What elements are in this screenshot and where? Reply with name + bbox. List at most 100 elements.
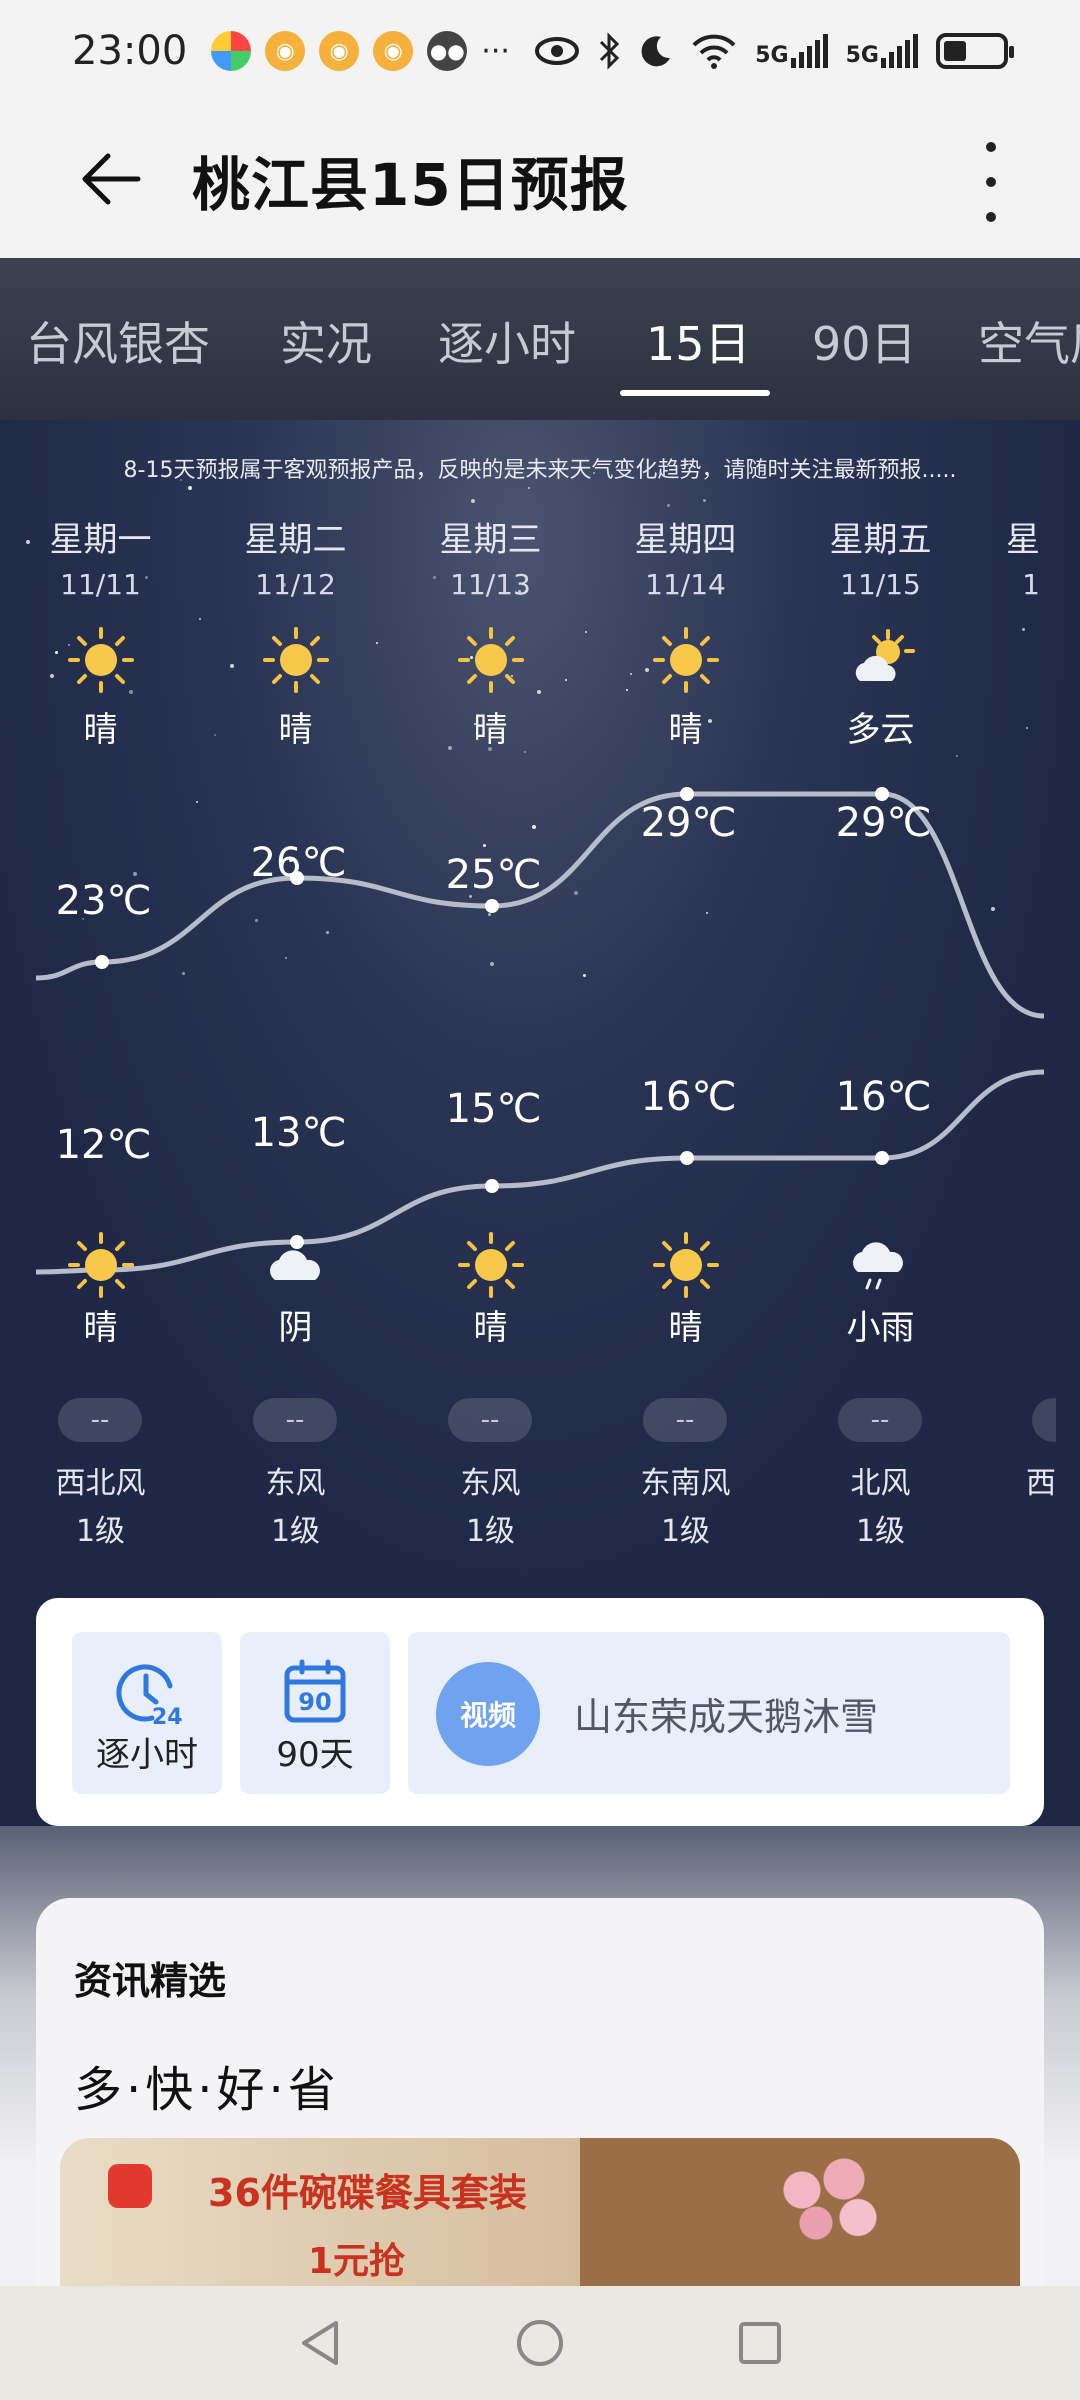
date-label: 11/14 <box>645 568 726 601</box>
clock-24-icon-label: 24 <box>152 1705 182 1728</box>
tab-90day[interactable]: 90日 <box>812 308 917 374</box>
light-rain-icon <box>783 1225 978 1305</box>
high-temp-label: 29℃ <box>835 800 932 846</box>
wind-direction: 北风 <box>850 1466 911 1501</box>
high-temp-label: 26℃ <box>250 840 347 886</box>
partly-cloudy-icon <box>783 620 978 700</box>
night-condition: 晴 <box>473 1308 508 1348</box>
tab-air-quality[interactable]: 空气质 <box>978 308 1080 374</box>
signal-1-icon: 5G <box>755 34 828 68</box>
sun-icon <box>393 620 588 700</box>
video-badge-label: 视频 <box>459 1699 516 1732</box>
sun-icon <box>3 1225 198 1305</box>
low-temp-label: 15℃ <box>445 1086 542 1132</box>
network-type-label: 5G <box>755 43 789 68</box>
night-condition: 晴 <box>668 1308 703 1348</box>
news-subtitle: 多·快·好·省 <box>74 2062 340 2118</box>
high-temp-point <box>875 787 889 801</box>
forecast-panel: 8-15天预报属于客观预报产品，反映的是未来天气变化趋势，请随时关注最新预报..… <box>0 420 1080 1600</box>
low-temp-point <box>875 1151 889 1165</box>
wind-direction: 西 <box>1026 1466 1056 1501</box>
weekday-label: 星期三 <box>439 520 542 560</box>
wifi-icon <box>692 34 736 69</box>
home-nav-icon[interactable] <box>510 2313 570 2373</box>
back-arrow-icon[interactable] <box>76 144 146 214</box>
wind-direction: 西北风 <box>55 1466 146 1501</box>
calendar-90-icon-label: 90 <box>298 1688 331 1716</box>
wind-level: 1级 <box>270 1514 321 1549</box>
clock-24-icon: 24 <box>116 1664 183 1730</box>
wind-direction: 东南风 <box>640 1466 731 1501</box>
date-label: 1 <box>1022 568 1040 601</box>
low-temp-label: 16℃ <box>835 1074 932 1120</box>
app-notification-icon <box>211 31 252 71</box>
active-tab-indicator <box>620 390 770 396</box>
status-bar: 23:00 ◉ ◉ ◉ ●● ··· 5G 5G <box>0 0 1080 102</box>
sun-icon <box>3 620 198 700</box>
quick-access-card: 24 逐小时 90 90天 视频 山东荣成天鹅沐雪 <box>36 1598 1044 1826</box>
day-condition: 晴 <box>83 710 118 750</box>
weibo-icon: ◉ <box>265 31 306 71</box>
more-options-icon[interactable] <box>976 142 1006 222</box>
recents-nav-icon[interactable] <box>730 2313 790 2373</box>
night-condition: 阴 <box>278 1308 313 1348</box>
day-condition: 多云 <box>846 710 915 750</box>
video-badge-icon: 视频 <box>436 1662 540 1766</box>
weather-15day-page: 23:00 ◉ ◉ ◉ ●● ··· 5G 5G 桃江县15日预报 台风银杏 实… <box>0 0 1080 2400</box>
wind-level: 1级 <box>855 1514 906 1549</box>
aqi-badge: -- <box>58 1398 142 1442</box>
day-condition: 晴 <box>278 710 313 750</box>
low-temp-label: 12℃ <box>55 1122 152 1168</box>
tab-current[interactable]: 实况 <box>280 308 372 374</box>
wind-direction: 东风 <box>265 1466 326 1501</box>
90day-button[interactable]: 90 90天 <box>240 1632 390 1794</box>
90day-button-label: 90天 <box>276 1735 354 1775</box>
aqi-badge: -- <box>643 1398 727 1442</box>
network-type-label: 5G <box>845 43 879 68</box>
high-temp-point <box>485 899 499 913</box>
weekday-label: 星期四 <box>634 520 737 560</box>
bluetooth-icon <box>600 32 620 70</box>
high-temp-label: 29℃ <box>640 800 737 846</box>
date-label: 11/13 <box>450 568 531 601</box>
hourly-button[interactable]: 24 逐小时 <box>72 1632 222 1794</box>
status-time: 23:00 <box>72 28 188 74</box>
aqi-badge: -- <box>838 1398 922 1442</box>
sun-icon <box>393 1225 588 1305</box>
tab-hourly[interactable]: 逐小时 <box>438 308 576 374</box>
night-condition: 晴 <box>83 1308 118 1348</box>
more-notifications-icon: ··· <box>481 33 510 69</box>
video-title: 山东荣成天鹅沐雪 <box>574 1695 879 1739</box>
day-condition: 晴 <box>668 710 703 750</box>
ad-headline: 36件碗碟餐具套装 <box>208 2171 527 2215</box>
date-label: 11/11 <box>60 568 141 601</box>
weibo-icon: ◉ <box>319 31 360 71</box>
signal-2-icon: 5G <box>846 34 918 68</box>
weekday-label: 星期二 <box>244 520 347 560</box>
video-banner[interactable]: 视频 山东荣成天鹅沐雪 <box>408 1632 1010 1794</box>
high-temp-point <box>680 787 694 801</box>
page-title: 桃江县15日预报 <box>192 151 629 219</box>
calendar-90-icon: 90 <box>284 1659 346 1723</box>
sun-icon <box>588 1225 783 1305</box>
hourly-button-label: 逐小时 <box>96 1735 198 1775</box>
eye-icon <box>535 37 580 65</box>
wind-level: 1级 <box>465 1514 516 1549</box>
tab-15day[interactable]: 15日 <box>646 308 751 374</box>
weekday-label: 星期一 <box>49 520 152 560</box>
night-condition: 小雨 <box>846 1308 915 1348</box>
ad-logo <box>108 2164 152 2208</box>
weibo-icon: ◉ <box>373 31 414 71</box>
ad-flowers-image <box>760 2146 900 2256</box>
sun-icon <box>198 620 393 700</box>
aqi-badge: -- <box>253 1398 337 1442</box>
news-section-title: 资讯精选 <box>74 1959 227 2003</box>
tab-typhoon[interactable]: 台风银杏 <box>26 308 210 374</box>
low-temp-label: 13℃ <box>250 1110 347 1156</box>
back-nav-icon[interactable] <box>290 2313 350 2373</box>
status-right: 5G 5G <box>535 32 1014 70</box>
aqi-badge: -- <box>448 1398 532 1442</box>
high-temp-label: 25℃ <box>445 852 542 898</box>
ad-price: 1元抢 <box>308 2241 406 2282</box>
low-temp-point <box>680 1151 694 1165</box>
